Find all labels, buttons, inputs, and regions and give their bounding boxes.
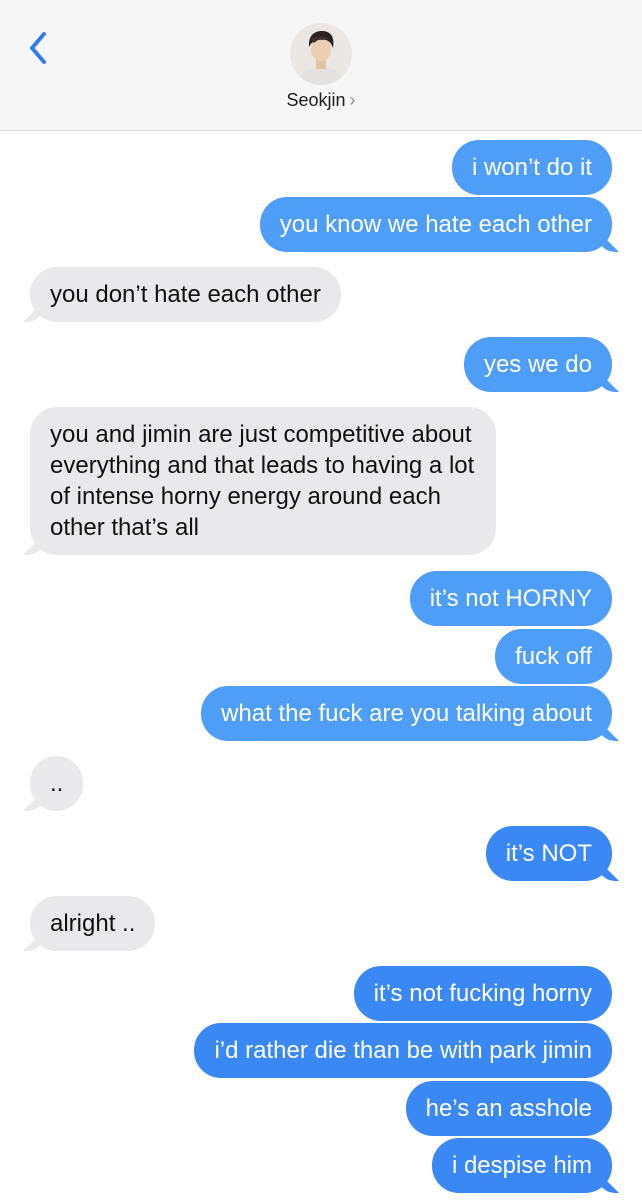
contact-name-button[interactable]: Seokjin › (0, 90, 642, 111)
message-thread[interactable]: i won’t do it you know we hate each othe… (0, 131, 642, 1200)
conversation-header: Seokjin › (0, 0, 642, 131)
contact-name: Seokjin (286, 90, 346, 110)
received-message[interactable]: you and jimin are just competitive about… (30, 407, 496, 555)
sent-message[interactable]: i’d rather die than be with park jimin (194, 1023, 612, 1078)
received-message[interactable]: alright .. (30, 896, 156, 951)
sent-message[interactable]: what the fuck are you talking about (201, 686, 612, 741)
contact-photo (290, 23, 352, 85)
sent-message[interactable]: yes we do (463, 337, 612, 392)
sent-message[interactable]: i won’t do it (451, 140, 612, 195)
chevron-left-icon (30, 32, 46, 64)
avatar[interactable] (290, 23, 352, 85)
back-button[interactable] (22, 28, 58, 68)
sent-message[interactable]: it’s NOT (485, 826, 612, 881)
received-message[interactable]: you don’t hate each other (30, 267, 341, 322)
sent-message[interactable]: i despise him (431, 1138, 612, 1193)
sent-message[interactable]: he’s an asshole (405, 1081, 612, 1136)
received-message[interactable]: .. (30, 756, 84, 811)
sent-message[interactable]: you know we hate each other (259, 197, 612, 252)
sent-message[interactable]: fuck off (495, 629, 612, 684)
sent-message[interactable]: it’s not fucking horny (353, 966, 612, 1021)
chevron-right-icon: › (349, 90, 356, 110)
sent-message[interactable]: it’s not HORNY (409, 571, 612, 626)
